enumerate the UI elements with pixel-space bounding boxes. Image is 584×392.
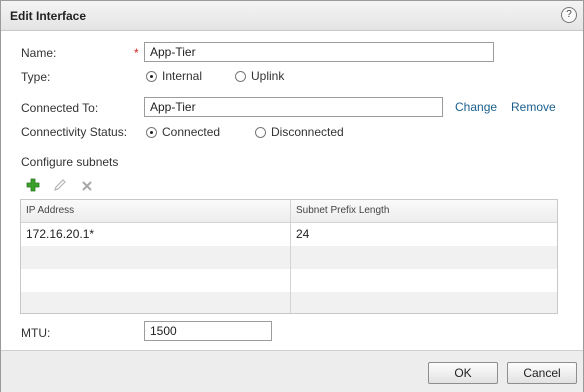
status-connected-label: Connected [162, 125, 221, 139]
type-uplink-label: Uplink [251, 69, 285, 83]
status-connected-radio[interactable]: Connected [146, 125, 220, 139]
column-header-subnet-prefix-length[interactable]: Subnet Prefix Length [291, 200, 389, 222]
table-row-empty [21, 269, 557, 292]
change-link[interactable]: Change [455, 100, 497, 114]
type-uplink-radio[interactable]: Uplink [235, 69, 284, 83]
help-icon[interactable]: ? [561, 7, 577, 23]
edit-icon[interactable] [53, 178, 67, 192]
required-marker: * [134, 46, 139, 60]
name-label: Name: [21, 46, 57, 60]
dialog-footer: OK Cancel [1, 350, 583, 392]
delete-icon[interactable] [80, 179, 94, 193]
type-internal-radio[interactable]: Internal [146, 69, 202, 83]
connected-to-field: App-Tier [144, 97, 443, 117]
status-disconnected-radio[interactable]: Disconnected [255, 125, 344, 139]
mtu-input[interactable]: 1500 [144, 321, 272, 341]
dialog-title: Edit Interface [10, 9, 87, 23]
radio-unselected-icon [255, 126, 266, 138]
status-disconnected-label: Disconnected [271, 125, 344, 139]
add-icon[interactable] [26, 178, 40, 192]
table-row-empty [21, 246, 557, 269]
prefix-length-cell: 24 [296, 227, 310, 241]
ok-button[interactable]: OK [428, 362, 498, 384]
table-row-empty [21, 292, 557, 313]
ip-address-cell: 172.16.20.1* [26, 227, 95, 241]
column-header-ip-address[interactable]: IP Address [21, 200, 74, 222]
radio-selected-icon [146, 70, 157, 82]
type-label: Type: [21, 70, 51, 84]
remove-link[interactable]: Remove [511, 100, 556, 114]
type-internal-label: Internal [162, 69, 203, 83]
radio-unselected-icon [235, 70, 246, 82]
dialog-titlebar: Edit Interface ? [1, 1, 583, 31]
cancel-button[interactable]: Cancel [507, 362, 577, 384]
mtu-label: MTU: [21, 326, 51, 340]
edit-interface-dialog: Edit Interface ? Name: * App-Tier Type: … [0, 0, 584, 392]
connected-to-label: Connected To: [21, 101, 99, 115]
column-divider [290, 200, 291, 313]
connectivity-status-label: Connectivity Status: [21, 125, 128, 139]
configure-subnets-label: Configure subnets [21, 155, 119, 169]
table-header: IP Address Subnet Prefix Length [21, 200, 557, 223]
table-row[interactable]: 172.16.20.1* 24 [21, 223, 557, 246]
subnets-table: IP Address Subnet Prefix Length 172.16.2… [20, 199, 558, 314]
radio-selected-icon [146, 126, 157, 138]
name-input[interactable]: App-Tier [144, 42, 494, 62]
